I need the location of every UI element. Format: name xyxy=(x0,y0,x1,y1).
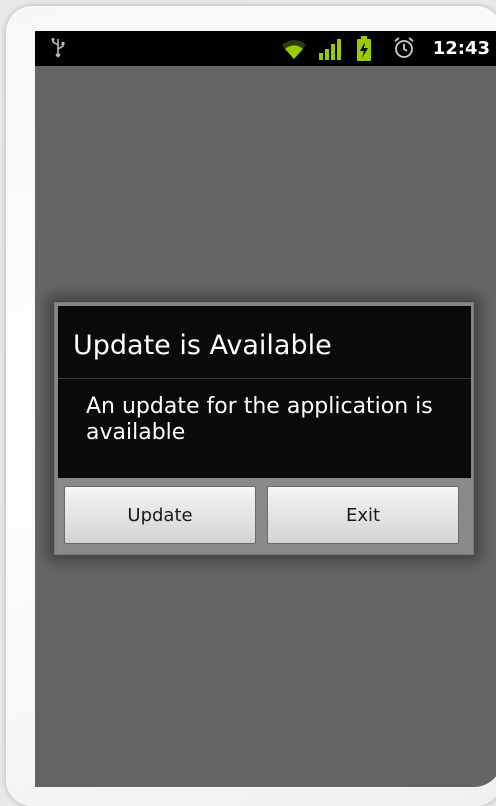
update-dialog: Update is Available An update for the ap… xyxy=(54,302,474,555)
wifi-icon xyxy=(282,40,306,59)
device-screen: 12:43 Update is Available An update for … xyxy=(35,31,496,787)
dialog-button-bar: Update Exit xyxy=(58,479,471,551)
dialog-title: Update is Available xyxy=(73,330,332,361)
alarm-icon xyxy=(394,37,414,58)
phone-frame: 12:43 Update is Available An update for … xyxy=(6,6,496,806)
dialog-content: Update is Available An update for the ap… xyxy=(58,306,471,478)
update-button[interactable]: Update xyxy=(64,486,256,544)
battery-charging-icon xyxy=(357,36,371,61)
usb-icon xyxy=(51,38,65,58)
signal-icon xyxy=(319,39,341,60)
status-clock: 12:43 xyxy=(432,38,490,59)
exit-button[interactable]: Exit xyxy=(267,486,459,544)
dialog-message: An update for the application is availab… xyxy=(86,394,433,445)
status-bar: 12:43 xyxy=(35,31,496,66)
dialog-divider xyxy=(58,378,471,379)
